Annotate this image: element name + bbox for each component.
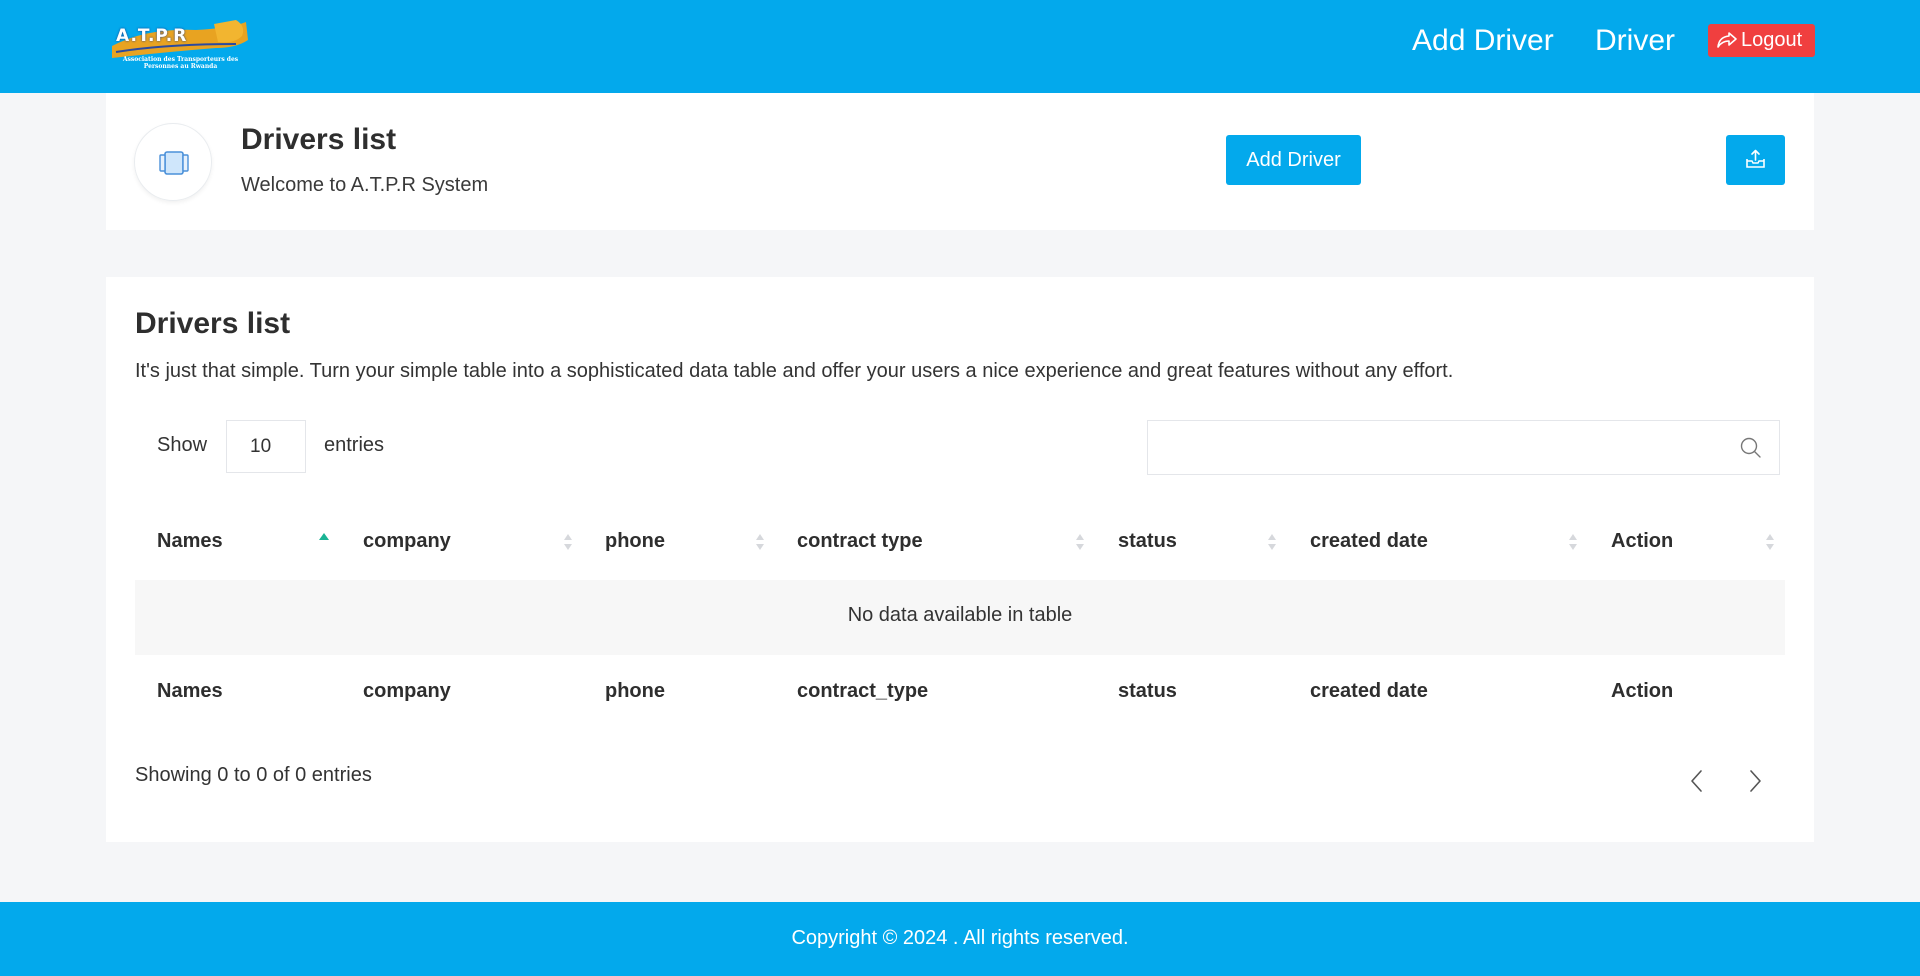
nav-add-driver-link[interactable]: Add Driver	[1412, 24, 1554, 58]
table-description: It's just that simple. Turn your simple …	[135, 360, 1454, 382]
column-footer-status: status	[1118, 680, 1177, 702]
table-title: Drivers list	[135, 307, 291, 340]
atpr-logo[interactable]: A.T.P.R Association des Transporteurs de…	[106, 18, 254, 74]
column-header-company[interactable]: company	[363, 530, 451, 553]
column-footer-names: Names	[157, 680, 223, 702]
sort-icon[interactable]	[1266, 530, 1278, 554]
tablet-icon	[159, 151, 189, 175]
add-driver-button[interactable]: Add Driver	[1226, 135, 1361, 185]
sort-ascending-icon[interactable]	[318, 530, 330, 554]
page-icon-badge	[134, 123, 212, 201]
page-title: Drivers list	[241, 123, 397, 156]
top-navbar: A.T.P.R Association des Transporteurs de…	[0, 0, 1920, 93]
entries-per-page-select[interactable]: 10	[226, 420, 306, 473]
table-info: Showing 0 to 0 of 0 entries	[135, 764, 372, 786]
sort-icon[interactable]	[562, 530, 574, 554]
sort-icon[interactable]	[1567, 530, 1579, 554]
copyright-text: Copyright © 2024 . All rights reserved.	[791, 927, 1129, 949]
chevron-left-icon[interactable]	[1683, 766, 1711, 796]
page-header-card: Drivers list Welcome to A.T.P.R System A…	[106, 93, 1814, 230]
nav-driver-link[interactable]: Driver	[1595, 24, 1675, 58]
logo-subtitle: Association des Transporteurs des Person…	[122, 56, 239, 70]
sort-icon[interactable]	[1764, 530, 1776, 554]
drivers-table-card: Drivers list It's just that simple. Turn…	[106, 277, 1814, 842]
sort-icon[interactable]	[1074, 530, 1086, 554]
logout-label: Logout	[1741, 29, 1803, 51]
column-footer-phone: phone	[605, 680, 665, 702]
logout-button[interactable]: Logout	[1708, 24, 1815, 57]
column-header-status[interactable]: status	[1118, 530, 1177, 553]
column-header-created-date[interactable]: created date	[1310, 530, 1428, 553]
column-footer-created-date: created date	[1310, 680, 1428, 702]
column-footer-company: company	[363, 680, 451, 702]
entries-label: entries	[324, 434, 385, 456]
export-tray-icon	[1746, 149, 1765, 168]
page-footer: Copyright © 2024 . All rights reserved.	[0, 902, 1920, 976]
sort-icon[interactable]	[754, 530, 766, 554]
column-header-action[interactable]: Action	[1611, 530, 1673, 553]
share-arrow-icon	[1716, 27, 1738, 48]
page-subtitle: Welcome to A.T.P.R System	[241, 174, 489, 196]
column-footer-contract-type: contract_type	[797, 680, 929, 702]
export-button[interactable]	[1726, 135, 1785, 185]
column-header-names[interactable]: Names	[157, 530, 223, 553]
column-footer-action: Action	[1611, 680, 1674, 702]
show-label: Show	[157, 434, 208, 456]
table-search-input[interactable]	[1147, 420, 1780, 475]
column-header-contract-type[interactable]: contract type	[797, 530, 923, 553]
empty-table-message: No data available in table	[847, 604, 1073, 626]
column-header-phone[interactable]: phone	[605, 530, 665, 553]
search-icon	[1740, 437, 1761, 458]
logo-text: A.T.P.R	[116, 26, 188, 46]
table-empty-row: No data available in table	[135, 580, 1785, 655]
chevron-right-icon[interactable]	[1741, 766, 1769, 796]
